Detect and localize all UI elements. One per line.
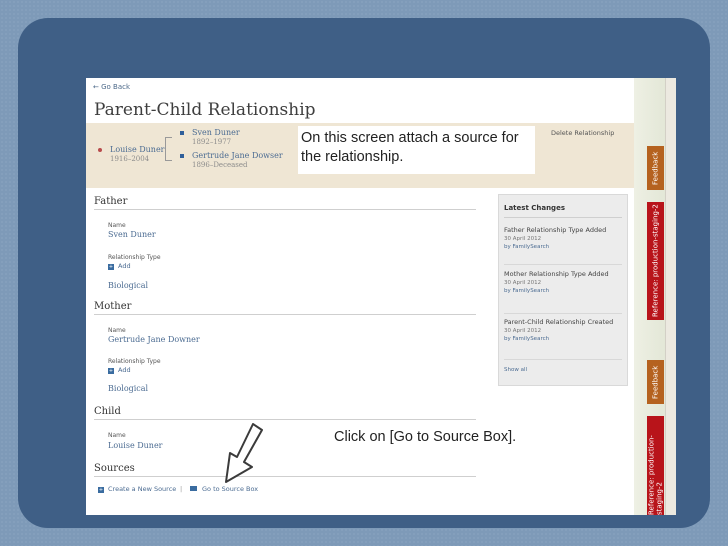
mother-name-label: Name	[108, 327, 126, 334]
feedback-tab[interactable]: Feedback	[647, 146, 664, 190]
change-item: Father Relationship Type Added 30 April …	[504, 226, 622, 250]
mother-name[interactable]: Gertrude Jane Dowser	[192, 151, 283, 160]
change-author-link[interactable]: by FamilySearch	[504, 336, 622, 342]
change-title: Mother Relationship Type Added	[504, 270, 609, 278]
sources-separator: |	[180, 485, 183, 493]
latest-changes-panel: Latest Changes Father Relationship Type …	[498, 194, 628, 386]
father-heading: Father	[94, 196, 128, 207]
page-title: Parent-Child Relationship	[94, 100, 316, 120]
change-author-link[interactable]: by FamilySearch	[504, 288, 622, 294]
change-title: Father Relationship Type Added	[504, 226, 607, 234]
divider	[94, 419, 476, 420]
father-name-value[interactable]: Sven Duner	[108, 230, 156, 239]
instruction-callout-bottom: Click on [Go to Source Box].	[334, 429, 517, 445]
go-to-source-box-link[interactable]: Go to Source Box	[190, 485, 258, 493]
father-years: 1892–1977	[192, 138, 232, 146]
divider	[504, 217, 622, 218]
change-title: Parent-Child Relationship Created	[504, 318, 614, 326]
mother-marker-icon	[180, 154, 184, 158]
mother-years: 1896–Deceased	[192, 161, 248, 169]
father-name-label: Name	[108, 222, 126, 229]
reference-tab: Reference: production-staging-2	[647, 202, 664, 320]
show-all-link[interactable]: Show all	[504, 367, 527, 373]
divider	[504, 264, 622, 265]
divider	[504, 359, 622, 360]
father-rel-type-label: Relationship Type	[108, 254, 161, 261]
latest-changes-heading: Latest Changes	[504, 204, 565, 212]
change-author-link[interactable]: by FamilySearch	[504, 244, 622, 250]
feedback-tab-2[interactable]: Feedback	[647, 360, 664, 404]
plus-icon: +	[108, 368, 114, 374]
mother-name-value[interactable]: Gertrude Jane Downer	[108, 335, 200, 344]
father-name[interactable]: Sven Duner	[192, 128, 240, 137]
father-add-button[interactable]: + Add	[108, 262, 131, 270]
mother-rel-type-value[interactable]: Biological	[108, 384, 148, 393]
change-item: Mother Relationship Type Added 30 April …	[504, 270, 622, 294]
child-heading: Child	[94, 406, 121, 417]
child-name-label: Name	[108, 432, 126, 439]
instruction-callout: On this screen attach a source for the r…	[298, 126, 535, 174]
divider	[94, 476, 476, 477]
screenshot-panel: Feedback Reference: production-staging-2…	[86, 78, 676, 515]
tree-connector	[165, 137, 172, 161]
divider	[94, 314, 476, 315]
divider	[504, 313, 622, 314]
child-years: 1916–2004	[110, 155, 150, 163]
father-rel-type-value[interactable]: Biological	[108, 281, 148, 290]
create-new-source-link[interactable]: + Create a New Source	[98, 485, 176, 493]
delete-relationship-link[interactable]: Delete Relationship	[551, 129, 614, 137]
mother-rel-type-label: Relationship Type	[108, 358, 161, 365]
bullet-icon	[98, 148, 102, 152]
mother-add-button[interactable]: + Add	[108, 366, 131, 374]
plus-icon: +	[108, 264, 114, 270]
slide-frame: Feedback Reference: production-staging-2…	[18, 18, 710, 528]
source-box-icon	[190, 486, 197, 491]
change-date: 30 April 2012	[504, 236, 542, 242]
go-back-link[interactable]: ← Go Back	[93, 83, 130, 91]
change-item: Parent-Child Relationship Created 30 Apr…	[504, 318, 622, 342]
change-date: 30 April 2012	[504, 280, 542, 286]
mother-heading: Mother	[94, 301, 132, 312]
scrollbar[interactable]	[665, 78, 676, 515]
father-marker-icon	[180, 131, 184, 135]
change-date: 30 April 2012	[504, 328, 542, 334]
arrow-pointer-icon	[225, 423, 263, 483]
plus-icon: +	[98, 487, 104, 493]
reference-tab-2: Reference: production-staging-2	[647, 416, 664, 515]
child-name[interactable]: Louise Duner	[110, 145, 165, 154]
divider	[94, 209, 476, 210]
sources-heading: Sources	[94, 463, 135, 474]
child-name-value[interactable]: Louise Duner	[108, 441, 163, 450]
